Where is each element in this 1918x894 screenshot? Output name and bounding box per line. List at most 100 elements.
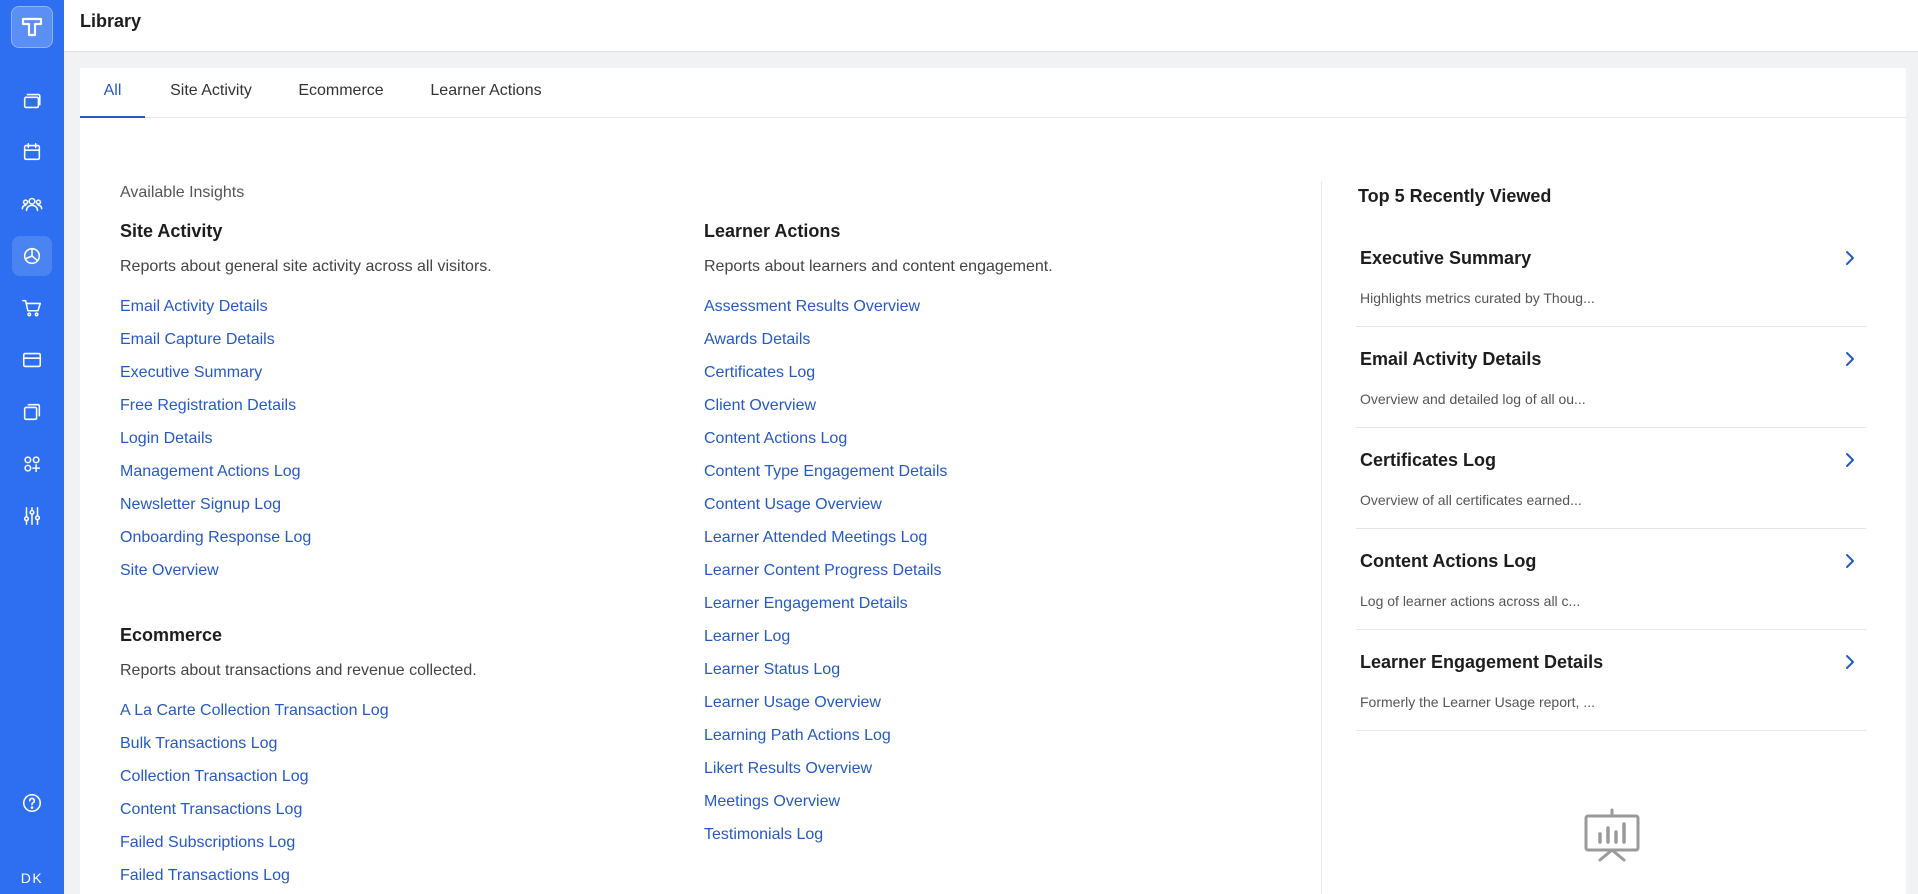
report-link[interactable]: Login Details [120,430,213,447]
tab-ecommerce[interactable]: Ecommerce [285,68,397,118]
tab-site-activity[interactable]: Site Activity [159,68,263,118]
report-link[interactable]: Management Actions Log [120,463,301,480]
list-item: Site Overview [120,561,311,594]
teachable-logo-icon[interactable] [11,6,53,48]
help-icon[interactable] [12,783,52,823]
recently-viewed-heading: Top 5 Recently Viewed [1358,186,1552,206]
report-link[interactable]: Learner Status Log [704,661,840,678]
report-link[interactable]: Testimonials Log [704,826,823,843]
report-link[interactable]: Learner Log [704,628,790,645]
ecommerce-links: A La Carte Collection Transaction Log Bu… [120,701,389,894]
report-link[interactable]: Learner Engagement Details [704,595,908,612]
list-item: Onboarding Response Log [120,528,311,561]
list-item: Management Actions Log [120,462,311,495]
report-link[interactable]: Collection Transaction Log [120,768,309,785]
column-divider [1321,182,1322,894]
cart-icon[interactable] [12,288,52,328]
recent-item[interactable]: Certificates Log Overview of all certifi… [1356,428,1866,529]
recent-item-name: Email Activity Details [1360,349,1542,369]
list-item: Learner Status Log [704,660,947,693]
report-link[interactable]: A La Carte Collection Transaction Log [120,702,389,719]
chevron-right-icon[interactable] [1842,654,1858,670]
report-link[interactable]: Learning Path Actions Log [704,727,891,744]
list-item: Learner Log [704,627,947,660]
list-item: Likert Results Overview [704,759,947,792]
analytics-icon[interactable] [12,236,52,276]
list-item: Learner Attended Meetings Log [704,528,947,561]
chevron-right-icon[interactable] [1842,351,1858,367]
list-item: Newsletter Signup Log [120,495,311,528]
report-link[interactable]: Email Activity Details [120,298,268,315]
report-link[interactable]: Content Type Engagement Details [704,463,947,480]
site-activity-description: Reports about general site activity acro… [120,258,492,275]
list-item: Learner Content Progress Details [704,561,947,594]
settings-sliders-icon[interactable] [12,496,52,536]
presentation-chart-icon [1580,806,1644,870]
courses-icon[interactable] [12,81,52,121]
recent-item-name: Learner Engagement Details [1360,652,1604,672]
report-link[interactable]: Learner Usage Overview [704,694,881,711]
report-link[interactable]: Failed Transactions Log [120,867,290,884]
list-item: Meetings Overview [704,792,947,825]
report-link[interactable]: Learner Attended Meetings Log [704,529,927,546]
report-link[interactable]: Content Transactions Log [120,801,302,818]
recently-viewed-list: Executive Summary Highlights metrics cur… [1356,226,1866,731]
recent-item[interactable]: Learner Engagement Details Formerly the … [1356,630,1866,731]
chevron-right-icon[interactable] [1842,452,1858,468]
pages-icon[interactable] [12,392,52,432]
recent-item-description: Highlights metrics curated by Thoug... [1360,290,1595,306]
list-item: Email Capture Details [120,330,311,363]
chevron-right-icon[interactable] [1842,250,1858,266]
tab-learner-actions[interactable]: Learner Actions [421,68,551,118]
list-item: Learning Path Actions Log [704,726,947,759]
recent-item[interactable]: Email Activity Details Overview and deta… [1356,327,1866,428]
list-item: A La Carte Collection Transaction Log [120,701,389,734]
report-link[interactable]: Free Registration Details [120,397,296,414]
report-link[interactable]: Email Capture Details [120,331,275,348]
list-item: Content Type Engagement Details [704,462,947,495]
list-item: Learner Engagement Details [704,594,947,627]
report-link[interactable]: Likert Results Overview [704,760,872,777]
recent-item-description: Overview and detailed log of all ou... [1360,391,1586,407]
sidebar: DK [0,0,64,894]
users-icon[interactable] [12,184,52,224]
report-link[interactable]: Assessment Results Overview [704,298,920,315]
report-link[interactable]: Content Usage Overview [704,496,882,513]
report-link[interactable]: Bulk Transactions Log [120,735,277,752]
list-item: Content Usage Overview [704,495,947,528]
report-link[interactable]: Newsletter Signup Log [120,496,281,513]
ecommerce-description: Reports about transactions and revenue c… [120,662,477,679]
list-item: Content Actions Log [704,429,947,462]
chevron-right-icon[interactable] [1842,553,1858,569]
avatar[interactable]: DK [0,870,64,886]
recent-item-description: Formerly the Learner Usage report, ... [1360,694,1595,710]
report-link[interactable]: Certificates Log [704,364,815,381]
card-icon[interactable] [12,340,52,380]
ecommerce-heading: Ecommerce [120,625,223,645]
recent-item-description: Log of learner actions across all c... [1360,593,1581,609]
report-link[interactable]: Client Overview [704,397,816,414]
recent-item[interactable]: Content Actions Log Log of learner actio… [1356,529,1866,630]
site-activity-heading: Site Activity [120,221,223,241]
list-item: Awards Details [704,330,947,363]
list-item: Email Activity Details [120,297,311,330]
report-link[interactable]: Executive Summary [120,364,262,381]
tab-all[interactable]: All [80,68,145,118]
learner-actions-links: Assessment Results Overview Awards Detai… [704,297,947,858]
list-item: Assessment Results Overview [704,297,947,330]
report-link[interactable]: Awards Details [704,331,810,348]
calendar-icon[interactable] [12,132,52,172]
report-link[interactable]: Meetings Overview [704,793,840,810]
report-link[interactable]: Site Overview [120,562,219,579]
list-item: Learner Usage Overview [704,693,947,726]
report-link[interactable]: Content Actions Log [704,430,847,447]
library-content: All Site Activity Ecommerce Learner Acti… [80,68,1906,894]
list-item: Testimonials Log [704,825,947,858]
report-link[interactable]: Onboarding Response Log [120,529,311,546]
apps-icon[interactable] [12,444,52,484]
list-item: Free Registration Details [120,396,311,429]
recent-item[interactable]: Executive Summary Highlights metrics cur… [1356,226,1866,327]
report-link[interactable]: Failed Subscriptions Log [120,834,295,851]
list-item: Failed Subscriptions Log [120,833,389,866]
report-link[interactable]: Learner Content Progress Details [704,562,941,579]
